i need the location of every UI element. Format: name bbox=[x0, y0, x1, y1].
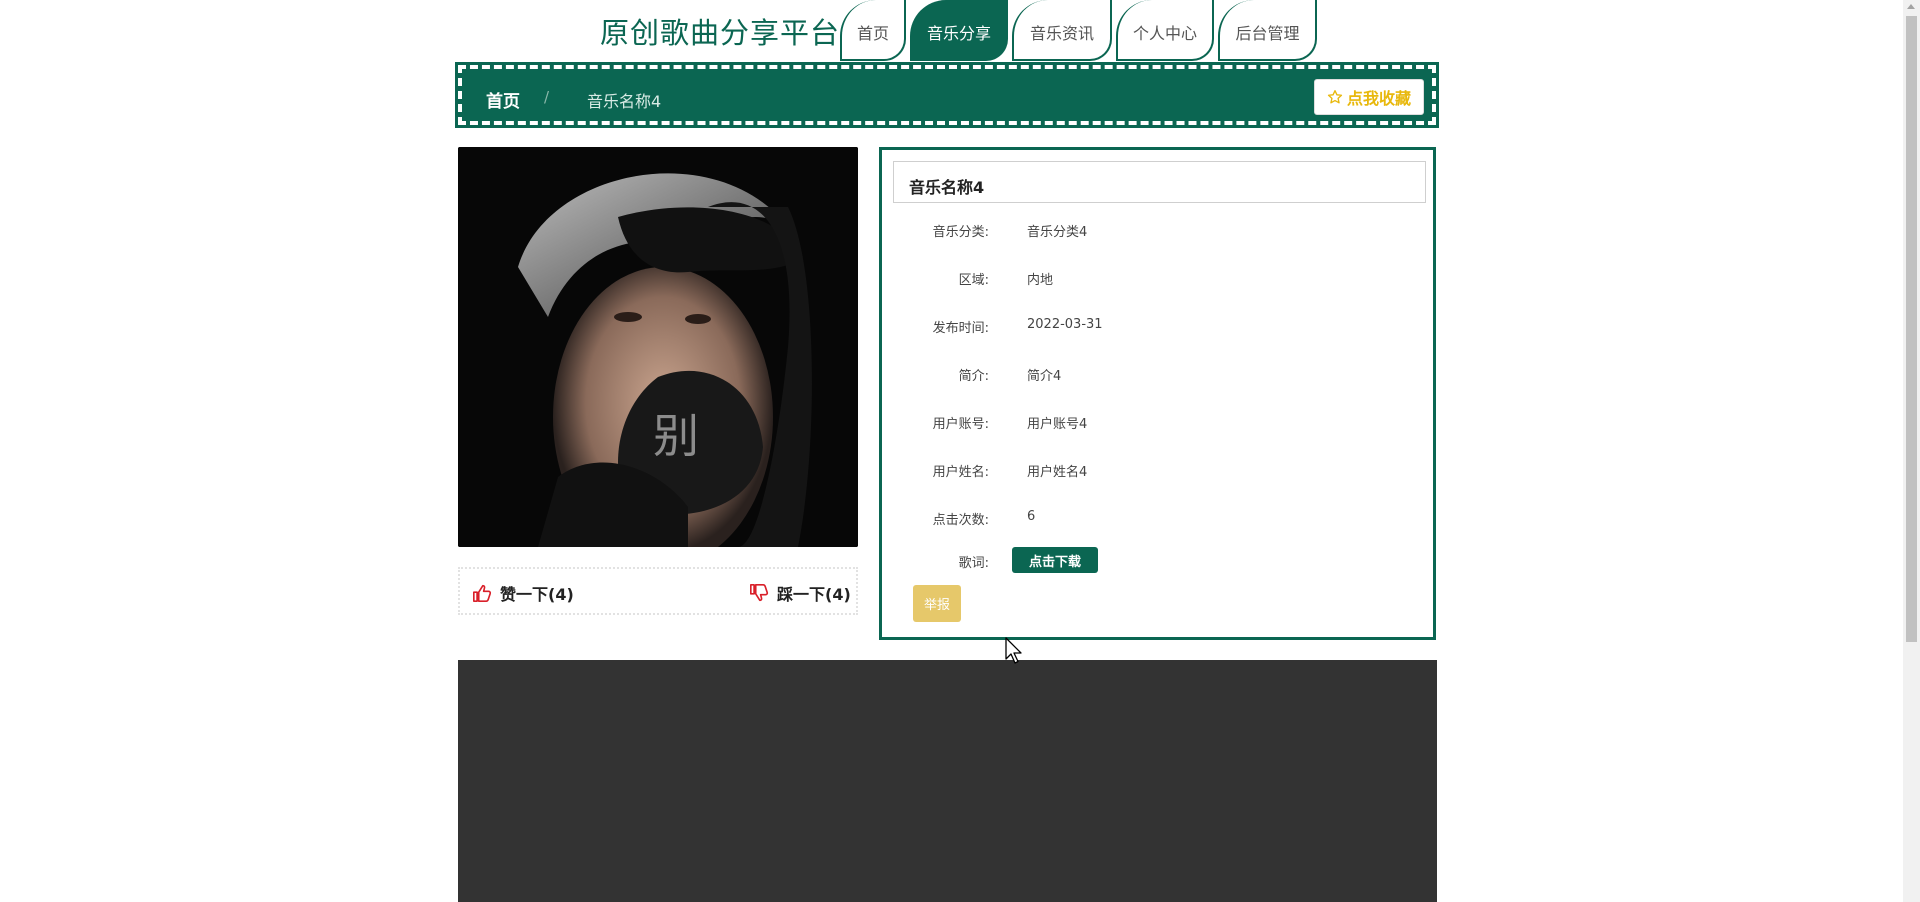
detail-row-publish-date: 发布时间: 2022-03-31 bbox=[882, 317, 1433, 337]
detail-row-click-count: 点击次数: 6 bbox=[882, 509, 1433, 529]
breadcrumb-bar: 首页 / 音乐名称4 点我收藏 bbox=[455, 62, 1439, 128]
detail-label: 音乐分类: bbox=[932, 225, 989, 240]
scrollbar-thumb[interactable] bbox=[1906, 16, 1917, 642]
detail-value: 音乐分类4 bbox=[1027, 225, 1088, 240]
breadcrumb-home-link[interactable]: 首页 bbox=[486, 87, 520, 112]
detail-value: 2022-03-31 bbox=[1027, 317, 1103, 332]
nav-music-share[interactable]: 音乐分享 bbox=[910, 0, 1008, 61]
detail-label: 点击次数: bbox=[932, 513, 989, 528]
detail-value: 简介4 bbox=[1027, 369, 1062, 384]
detail-label: 歌词: bbox=[958, 556, 989, 571]
favorite-button[interactable]: 点我收藏 bbox=[1313, 79, 1424, 115]
star-outline-icon bbox=[1327, 90, 1343, 104]
scrollbar[interactable] bbox=[1903, 0, 1920, 902]
detail-value: 用户姓名4 bbox=[1027, 465, 1088, 480]
detail-label: 用户姓名: bbox=[932, 465, 989, 480]
footer-block bbox=[458, 660, 1437, 902]
detail-row-region: 区域: 内地 bbox=[882, 269, 1433, 289]
nav-personal-center[interactable]: 个人中心 bbox=[1116, 0, 1214, 61]
detail-label: 简介: bbox=[958, 369, 989, 384]
music-title: 音乐名称4 bbox=[893, 161, 1426, 203]
music-detail-panel: 音乐名称4 音乐分类: 音乐分类4 区域: 内地 发布时间: 2022-03-3… bbox=[879, 147, 1436, 640]
nav-home[interactable]: 首页 bbox=[840, 0, 906, 61]
dislike-label: 踩一下(4) bbox=[777, 585, 851, 604]
nav-admin[interactable]: 后台管理 bbox=[1218, 0, 1317, 61]
detail-label: 发布时间: bbox=[932, 321, 989, 336]
detail-label: 用户账号: bbox=[932, 417, 989, 432]
report-button[interactable]: 举报 bbox=[913, 585, 961, 622]
download-lyrics-button[interactable]: 点击下载 bbox=[1012, 547, 1098, 573]
mouse-cursor-icon bbox=[1005, 637, 1022, 664]
like-button[interactable]: 赞一下(4) bbox=[472, 581, 574, 605]
thumbs-down-icon bbox=[749, 584, 769, 602]
nav-music-news[interactable]: 音乐资讯 bbox=[1012, 0, 1112, 61]
thumbs-up-icon bbox=[473, 584, 492, 602]
detail-row-category: 音乐分类: 音乐分类4 bbox=[882, 221, 1433, 241]
detail-row-intro: 简介: 简介4 bbox=[882, 365, 1433, 385]
cover-character: 别 bbox=[653, 409, 699, 463]
breadcrumb-separator: / bbox=[544, 88, 550, 106]
site-title: 原创歌曲分享平台 bbox=[600, 16, 841, 50]
breadcrumb-current: 音乐名称4 bbox=[587, 92, 662, 111]
detail-row-user-account: 用户账号: 用户账号4 bbox=[882, 413, 1433, 433]
dislike-button[interactable]: 踩一下(4) bbox=[749, 581, 851, 605]
detail-value: 6 bbox=[1027, 509, 1036, 524]
vote-box: 赞一下(4) 踩一下(4) bbox=[458, 567, 858, 615]
detail-label: 区域: bbox=[958, 273, 989, 288]
favorite-label: 点我收藏 bbox=[1346, 89, 1411, 108]
detail-row-user-name: 用户姓名: 用户姓名4 bbox=[882, 461, 1433, 481]
detail-value: 用户账号4 bbox=[1027, 417, 1088, 432]
album-cover-image: 别 bbox=[458, 147, 858, 547]
detail-row-lyrics: 歌词: bbox=[882, 552, 1433, 572]
scroll-up-arrow-icon[interactable] bbox=[1907, 4, 1915, 9]
detail-value: 内地 bbox=[1027, 273, 1054, 288]
like-label: 赞一下(4) bbox=[500, 585, 574, 604]
